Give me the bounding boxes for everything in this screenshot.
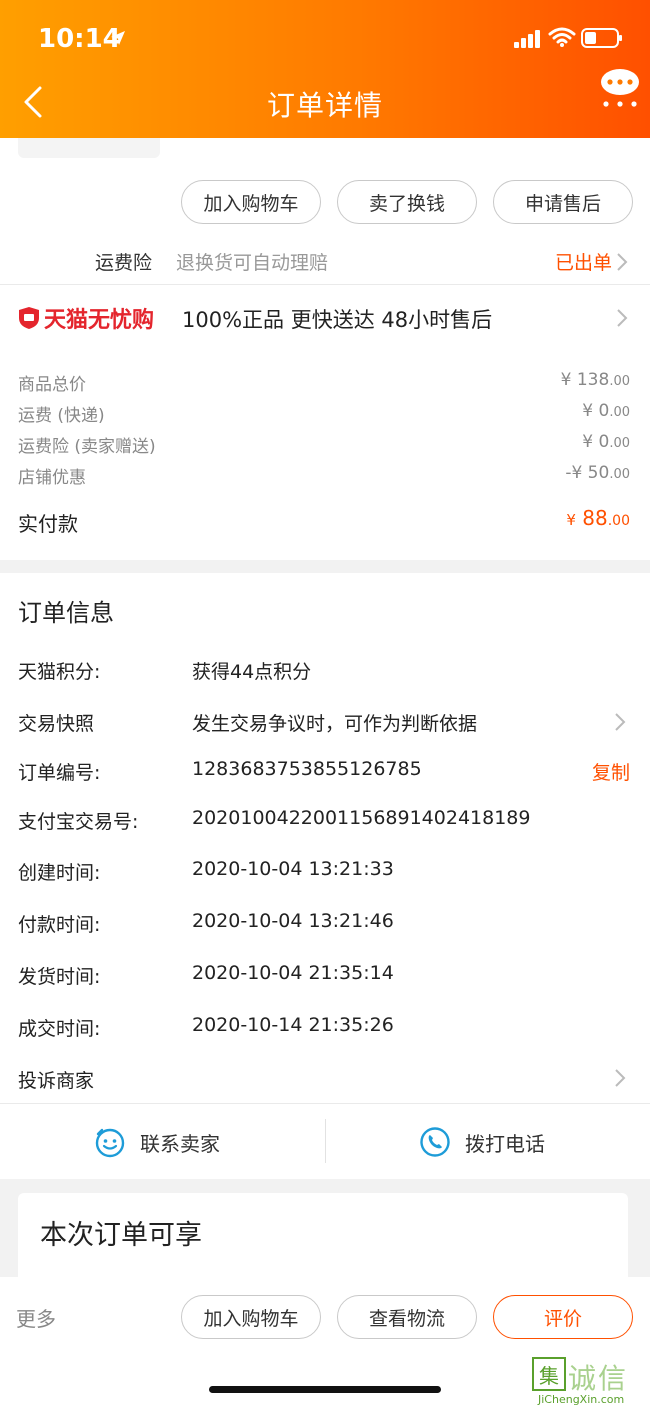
- chevron-right-icon: [615, 1069, 626, 1087]
- watermark-url: JiChengXin.com: [538, 1393, 625, 1406]
- order-number-label: 订单编号:: [18, 762, 101, 784]
- snapshot-label[interactable]: 交易快照: [18, 709, 94, 736]
- watermark: 集 诚信 JiChengXin.com: [532, 1357, 650, 1406]
- tmall-guarantee-tags[interactable]: 100%正品 更快送达 48小时售后: [182, 304, 492, 334]
- paid-time-label: 付款时间:: [18, 914, 101, 936]
- divider: [0, 1103, 650, 1104]
- signal-icon: [514, 30, 540, 48]
- shipped-time-label: 发货时间:: [18, 966, 101, 988]
- tmall-shield-icon: [19, 307, 39, 329]
- insurance-fee-label: 运费险 (卖家赠送): [18, 437, 156, 457]
- phone-icon: [420, 1127, 450, 1157]
- bottom-action-bar: 更多 加入购物车 查看物流 评价 集 诚信 JiChengXin.com: [0, 1277, 650, 1406]
- contact-seller-button[interactable]: 联系卖家: [94, 1121, 220, 1163]
- shop-discount-value: -¥ 50.00: [565, 463, 630, 483]
- watermark-logo: 集: [532, 1357, 566, 1391]
- message-icon[interactable]: [598, 66, 642, 110]
- subtotal-label: 商品总价: [18, 375, 86, 395]
- created-time-label: 创建时间:: [18, 862, 101, 884]
- deal-time-value: 2020-10-14 21:35:26: [192, 1014, 394, 1036]
- shipping-fee-label: 运费 (快递): [18, 406, 105, 426]
- home-indicator[interactable]: [209, 1386, 441, 1393]
- created-time-value: 2020-10-04 13:21:33: [192, 858, 394, 880]
- bottom-add-to-cart-button[interactable]: 加入购物车: [181, 1295, 321, 1339]
- alipay-trade-no-value: 2020100422001156891402418189: [192, 807, 531, 829]
- shipping-fee-value: ¥ 0.00: [582, 401, 630, 421]
- amount-paid-value: ¥ 88.00: [566, 506, 630, 530]
- subtotal-value: ¥ 138.00: [560, 370, 630, 390]
- shipping-insurance-label: 运费险: [95, 252, 153, 274]
- amount-paid-label: 实付款: [18, 512, 78, 536]
- chevron-right-icon: [617, 309, 628, 327]
- call-phone-button[interactable]: 拨打电话: [419, 1121, 545, 1163]
- watermark-text: 诚信: [568, 1362, 629, 1395]
- product-thumbnail-edge: [18, 138, 160, 158]
- order-summary-panel: 加入购物车 卖了换钱 申请售后 运费险 退换货可自动理赔 已出单 天猫无忧购 1…: [0, 138, 650, 560]
- order-info-title: 订单信息: [18, 599, 114, 627]
- divider: [0, 284, 650, 285]
- add-to-cart-button[interactable]: 加入购物车: [181, 180, 321, 224]
- wifi-icon: [548, 27, 576, 47]
- deal-time-label: 成交时间:: [18, 1018, 101, 1040]
- battery-icon: [581, 28, 622, 48]
- chevron-right-icon: [615, 713, 626, 731]
- shop-discount-label: 店铺优惠: [18, 468, 86, 488]
- smile-chat-icon: [95, 1128, 125, 1158]
- paid-time-value: 2020-10-04 13:21:46: [192, 910, 394, 932]
- tmall-points-value: 获得44点积分: [192, 661, 312, 683]
- after-sales-button[interactable]: 申请售后: [493, 180, 633, 224]
- shipping-insurance-status[interactable]: 已出单: [555, 248, 612, 275]
- call-phone-label: 拨打电话: [465, 1131, 545, 1156]
- shipping-insurance-desc: 退换货可自动理赔: [176, 252, 329, 274]
- tmall-worry-free-brand: 天猫无忧购: [44, 308, 155, 333]
- review-button[interactable]: 评价: [493, 1295, 633, 1339]
- order-info-panel: 订单信息 天猫积分: 获得44点积分 交易快照 发生交易争议时，可作为判断依据 …: [0, 573, 650, 1179]
- tmall-points-label: 天猫积分:: [18, 661, 101, 683]
- divider: [325, 1119, 326, 1163]
- alipay-trade-no-label: 支付宝交易号:: [18, 811, 139, 833]
- order-detail-page: 10:14 订单详情 加入购物车 卖了换钱 申请售后 运费险 退换货可自动理赔 …: [0, 0, 650, 1406]
- header-bar: 10:14 订单详情: [0, 0, 650, 138]
- snapshot-value[interactable]: 发生交易争议时，可作为判断依据: [192, 709, 477, 736]
- contact-seller-label: 联系卖家: [140, 1131, 220, 1156]
- insurance-fee-value: ¥ 0.00: [582, 432, 630, 452]
- resell-button[interactable]: 卖了换钱: [337, 180, 477, 224]
- page-title: 订单详情: [266, 89, 383, 122]
- copy-button[interactable]: 复制: [592, 758, 630, 785]
- status-time: 10:14: [38, 24, 121, 54]
- view-logistics-button[interactable]: 查看物流: [337, 1295, 477, 1339]
- more-button[interactable]: 更多: [16, 1303, 56, 1332]
- shipped-time-value: 2020-10-04 21:35:14: [192, 962, 394, 984]
- chevron-right-icon: [617, 253, 628, 271]
- order-number-value: 1283683753855126785: [192, 758, 422, 780]
- complain-merchant-label[interactable]: 投诉商家: [18, 1066, 94, 1093]
- location-arrow-icon: [111, 31, 125, 45]
- order-benefits-title: 本次订单可享: [40, 1220, 202, 1251]
